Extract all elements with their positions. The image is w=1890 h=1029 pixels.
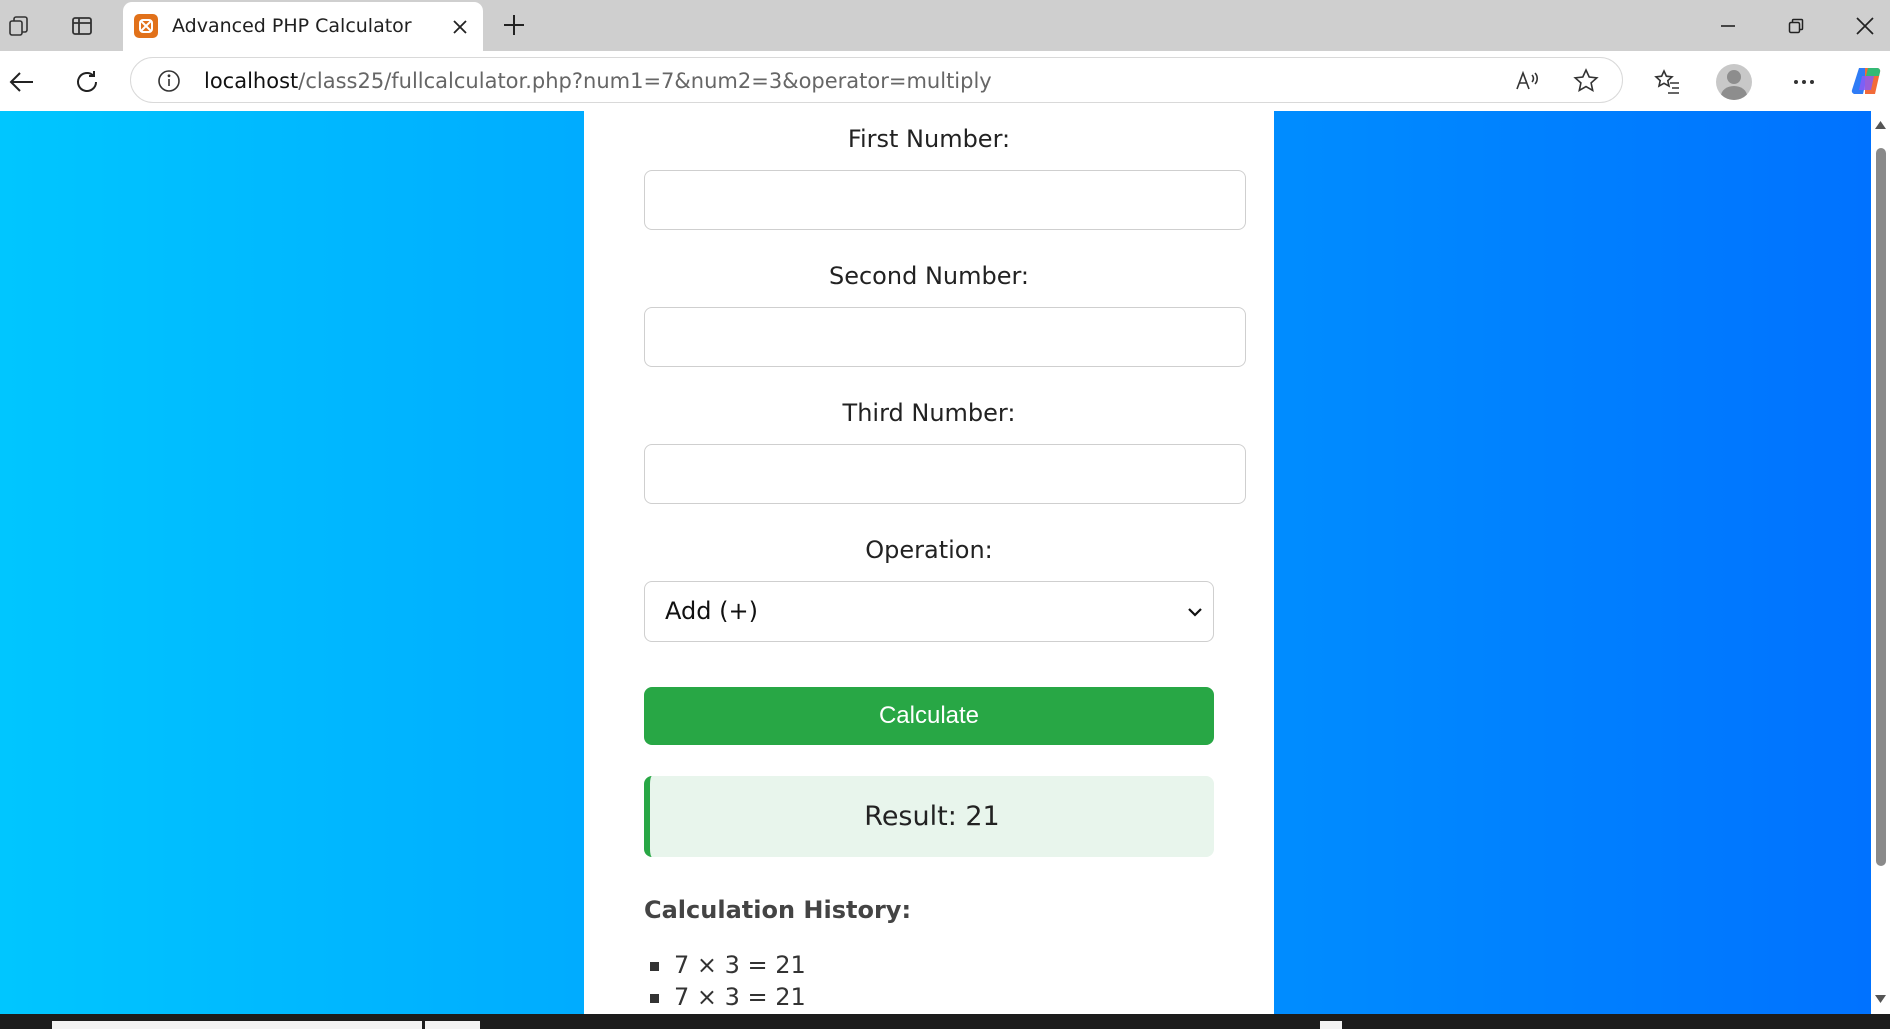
history-title: Calculation History: xyxy=(644,896,912,924)
operation-select[interactable]: Add (+) xyxy=(644,581,1214,642)
taskbar-segment xyxy=(425,1021,480,1029)
history-item-text: 7 × 3 = 21 xyxy=(674,983,806,1011)
workspaces-icon[interactable] xyxy=(3,10,35,42)
bullet-icon xyxy=(650,962,659,971)
read-aloud-icon[interactable] xyxy=(1512,66,1542,96)
url-text[interactable]: localhost/class25/fullcalculator.php?num… xyxy=(204,69,992,93)
new-tab-icon[interactable] xyxy=(498,9,530,41)
close-icon[interactable] xyxy=(447,14,473,40)
more-icon[interactable] xyxy=(1786,64,1822,100)
taskbar-segment xyxy=(52,1021,422,1029)
address-bar[interactable]: localhost/class25/fullcalculator.php?num… xyxy=(130,57,1623,103)
calculate-button[interactable]: Calculate xyxy=(644,687,1214,745)
first-number-label: First Number: xyxy=(847,125,1011,153)
profile-avatar[interactable] xyxy=(1716,64,1752,100)
second-number-label: Second Number: xyxy=(828,262,1030,290)
calculator-card: First Number: Second Number: Third Numbe… xyxy=(584,111,1274,1014)
restore-icon[interactable] xyxy=(1774,6,1818,46)
url-path: /class25/fullcalculator.php?num1=7&num2=… xyxy=(298,69,992,93)
page-viewport: First Number: Second Number: Third Numbe… xyxy=(0,111,1871,1014)
info-icon[interactable] xyxy=(157,69,181,93)
history-item-text: 7 × 3 = 21 xyxy=(674,951,806,979)
browser-toolbar: localhost/class25/fullcalculator.php?num… xyxy=(0,51,1890,111)
window-close-icon[interactable] xyxy=(1843,6,1887,46)
third-number-input[interactable] xyxy=(644,444,1246,504)
operation-label: Operation: xyxy=(865,536,993,564)
taskbar-strip xyxy=(0,1014,1890,1029)
tab-title: Advanced PHP Calculator xyxy=(172,15,412,37)
active-tab[interactable]: Advanced PHP Calculator xyxy=(123,2,483,51)
url-host: localhost xyxy=(204,69,299,93)
history-item: 7 × 3 = 21 xyxy=(644,951,806,983)
operation-selected-value: Add (+) xyxy=(665,597,758,625)
scrollbar-thumb[interactable] xyxy=(1876,148,1886,866)
back-icon[interactable] xyxy=(4,64,40,100)
xampp-favicon-icon xyxy=(134,14,158,38)
minimize-icon[interactable] xyxy=(1706,6,1750,46)
favorites-icon[interactable] xyxy=(1649,64,1685,100)
refresh-icon[interactable] xyxy=(69,64,105,100)
copilot-icon[interactable] xyxy=(1850,64,1884,98)
bullet-icon xyxy=(650,994,659,1003)
scroll-down-arrow-icon[interactable] xyxy=(1875,993,1886,1004)
taskbar-segment xyxy=(1320,1021,1342,1029)
scroll-up-arrow-icon[interactable] xyxy=(1875,119,1886,130)
tab-actions-icon[interactable] xyxy=(66,10,98,42)
browser-title-bar: Advanced PHP Calculator xyxy=(0,0,1890,51)
history-item: 7 × 3 = 21 xyxy=(644,983,806,1014)
favorite-star-icon[interactable] xyxy=(1571,66,1601,96)
history-list: 7 × 3 = 21 7 × 3 = 21 xyxy=(644,951,806,1014)
third-number-label: Third Number: xyxy=(842,399,1016,427)
chevron-down-icon xyxy=(1185,602,1205,622)
first-number-input[interactable] xyxy=(644,170,1246,230)
second-number-input[interactable] xyxy=(644,307,1246,367)
result-box: Result: 21 xyxy=(644,776,1214,857)
vertical-scrollbar[interactable] xyxy=(1871,111,1890,1014)
